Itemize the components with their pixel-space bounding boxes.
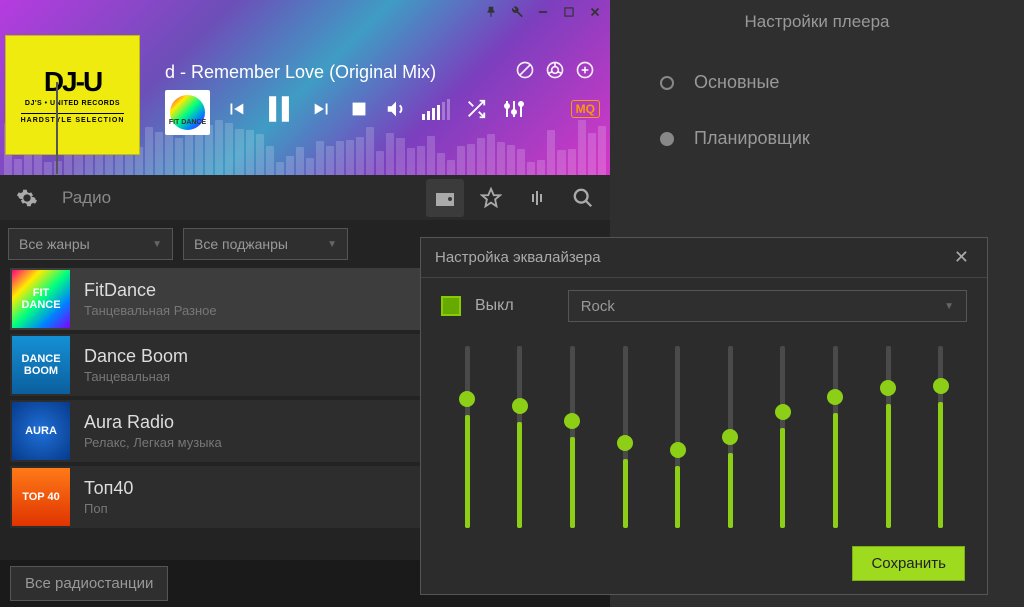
equalizer-title: Настройка эквалайзера bbox=[435, 249, 950, 266]
shuffle-icon[interactable] bbox=[465, 98, 487, 120]
mini-art-label: FIT DANCE bbox=[169, 119, 206, 126]
quality-badge: MQ bbox=[571, 100, 600, 118]
equalizer-bands bbox=[421, 328, 987, 546]
settings-item[interactable]: Планировщик bbox=[660, 128, 1024, 149]
radio-dot-icon bbox=[660, 132, 674, 146]
wave-icon[interactable] bbox=[518, 179, 556, 217]
album-logo: DJ-U bbox=[44, 66, 101, 98]
eq-band[interactable] bbox=[770, 346, 796, 528]
album-selection: HARDSTYLE SELECTION bbox=[21, 113, 125, 124]
toolbar: Радио bbox=[0, 175, 610, 220]
eq-band[interactable] bbox=[612, 346, 638, 528]
player-header: DJ-U DJ'S • UNITED RECORDS HARDSTYLE SEL… bbox=[0, 0, 610, 175]
subgenre-select[interactable]: Все поджанры bbox=[183, 228, 348, 260]
gear-icon[interactable] bbox=[8, 179, 46, 217]
equalizer-preset-label: Rock bbox=[581, 298, 615, 315]
save-button[interactable]: Сохранить bbox=[852, 546, 965, 581]
eq-band[interactable] bbox=[875, 346, 901, 528]
equalizer-off-label: Выкл bbox=[475, 297, 514, 315]
chrome-icon[interactable] bbox=[545, 60, 565, 80]
close-icon[interactable]: ✕ bbox=[950, 243, 973, 272]
station-thumb: AURA bbox=[12, 402, 70, 460]
track-title: d - Remember Love (Original Mix) bbox=[165, 62, 436, 83]
station-genre: Релакс, Легкая музыка bbox=[84, 435, 222, 450]
settings-title: Настройки плеера bbox=[610, 12, 1024, 32]
volume-icon[interactable] bbox=[385, 98, 407, 120]
add-icon[interactable] bbox=[575, 60, 595, 80]
equalizer-icon[interactable] bbox=[502, 97, 526, 121]
album-art: DJ-U DJ'S • UNITED RECORDS HARDSTYLE SEL… bbox=[5, 35, 140, 155]
eq-band[interactable] bbox=[928, 346, 954, 528]
radio-icon[interactable] bbox=[426, 179, 464, 217]
eq-band[interactable] bbox=[559, 346, 585, 528]
settings-item-label: Основные bbox=[694, 72, 779, 93]
station-thumb: DANCE BOOM bbox=[12, 336, 70, 394]
stop-icon[interactable] bbox=[348, 98, 370, 120]
settings-item-label: Планировщик bbox=[694, 128, 810, 149]
volume-bars[interactable] bbox=[422, 99, 450, 120]
star-icon[interactable] bbox=[472, 179, 510, 217]
minimize-icon[interactable] bbox=[536, 5, 550, 19]
next-track-icon[interactable] bbox=[311, 98, 333, 120]
pause-icon[interactable] bbox=[262, 92, 296, 126]
eq-band[interactable] bbox=[665, 346, 691, 528]
settings-item[interactable]: Основные bbox=[660, 72, 1024, 93]
station-thumb: TOP 40 bbox=[12, 468, 70, 526]
pin-icon[interactable] bbox=[484, 5, 498, 19]
genre-select[interactable]: Все жанры bbox=[8, 228, 173, 260]
prev-track-icon[interactable] bbox=[225, 98, 247, 120]
block-icon[interactable] bbox=[515, 60, 535, 80]
station-genre: Танцевальная bbox=[84, 369, 188, 384]
station-genre: Поп bbox=[84, 501, 133, 516]
station-name: Топ40 bbox=[84, 478, 133, 499]
wrench-icon[interactable] bbox=[510, 5, 524, 19]
search-icon[interactable] bbox=[564, 179, 602, 217]
station-genre: Танцевальная Разное bbox=[84, 303, 217, 318]
station-name: Aura Radio bbox=[84, 412, 222, 433]
eq-band[interactable] bbox=[454, 346, 480, 528]
equalizer-preset-select[interactable]: Rock bbox=[568, 290, 967, 322]
settings-connector bbox=[56, 82, 58, 174]
eq-band[interactable] bbox=[717, 346, 743, 528]
close-window-icon[interactable] bbox=[588, 5, 602, 19]
station-name: FitDance bbox=[84, 280, 217, 301]
maximize-icon[interactable] bbox=[562, 5, 576, 19]
mini-album-art: FIT DANCE bbox=[165, 90, 210, 135]
all-stations-tab[interactable]: Все радиостанции bbox=[10, 566, 168, 601]
equalizer-panel: Настройка эквалайзера ✕ Выкл Rock Сохран… bbox=[420, 237, 988, 595]
eq-band[interactable] bbox=[507, 346, 533, 528]
station-name: Dance Boom bbox=[84, 346, 188, 367]
playback-controls bbox=[225, 92, 526, 126]
window-controls bbox=[484, 5, 602, 19]
subgenre-select-label: Все поджанры bbox=[194, 236, 288, 252]
station-thumb: FIT DANCE bbox=[12, 270, 70, 328]
equalizer-toggle[interactable] bbox=[441, 296, 461, 316]
settings-list: Основные Планировщик bbox=[610, 72, 1024, 149]
album-sub: DJ'S • UNITED RECORDS bbox=[25, 100, 120, 107]
eq-band[interactable] bbox=[822, 346, 848, 528]
radio-dot-icon bbox=[660, 76, 674, 90]
genre-select-label: Все жанры bbox=[19, 236, 90, 252]
toolbar-label: Радио bbox=[54, 188, 418, 208]
